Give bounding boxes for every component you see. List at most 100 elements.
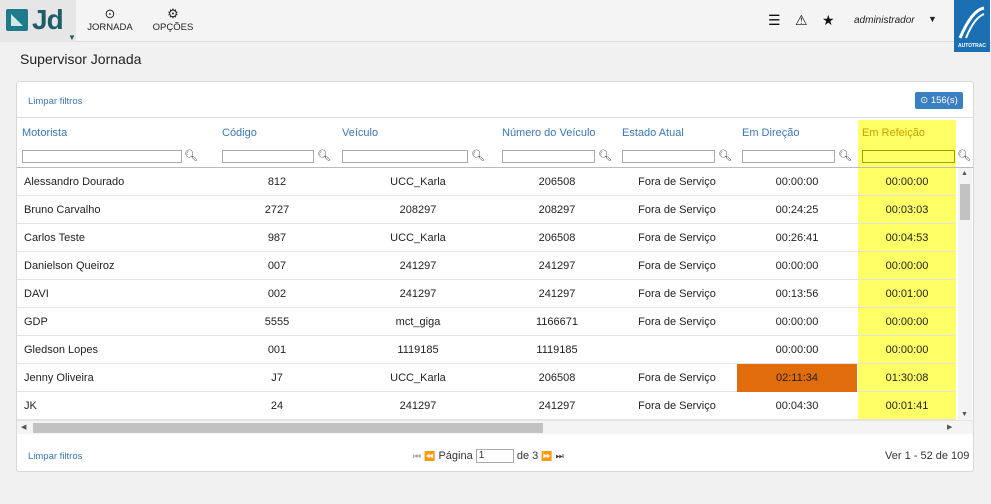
filter-input-em-direcao[interactable] (742, 150, 835, 163)
cell-em-refeicao: 00:00:00 (885, 260, 929, 272)
cell-veiculo: 241297 (399, 260, 437, 272)
column-header-veiculo[interactable]: Veículo (342, 127, 378, 139)
table-row[interactable]: Alessandro Dourado 812 UCC_Karla 206508 … (17, 168, 956, 196)
nav-opcoes-button[interactable]: ⚙ OPÇÕES (150, 6, 196, 38)
cell-estado-atual: Fora de Serviço (638, 372, 716, 384)
search-icon[interactable]: 🔍︎ (718, 149, 732, 162)
horizontal-scrollbar[interactable]: ◀ ▶ (17, 420, 973, 434)
brand-mark-icon (958, 6, 985, 39)
scroll-left-icon[interactable]: ◀ (21, 423, 26, 431)
filter-input-codigo[interactable] (222, 150, 314, 163)
search-icon[interactable]: 🔍︎ (957, 149, 971, 162)
cell-numero-veiculo: 241297 (538, 400, 576, 412)
vertical-scrollbar[interactable]: ▲ ▼ (958, 168, 972, 420)
search-icon[interactable]: 🔍︎ (838, 149, 852, 162)
cell-estado-atual: Fora de Serviço (638, 176, 716, 188)
divider (17, 117, 973, 118)
user-menu[interactable]: administrador (854, 15, 915, 26)
scroll-right-icon[interactable]: ▶ (947, 423, 952, 431)
scroll-down-icon[interactable]: ▼ (961, 411, 968, 418)
cell-codigo: J7 (271, 372, 283, 384)
clear-filters-link[interactable]: Limpar filtros (28, 96, 82, 107)
column-header-em-refeicao[interactable]: Em Refeição (862, 127, 925, 139)
cell-estado-atual: Fora de Serviço (638, 204, 716, 216)
table-row[interactable]: DAVI 002 241297 241297 Fora de Serviço 0… (17, 280, 956, 308)
cell-em-direcao: 00:00:00 (775, 344, 819, 356)
cell-em-direcao: 00:24:25 (775, 204, 819, 216)
table-row[interactable]: JK 24 241297 241297 Fora de Serviço 00:0… (17, 392, 956, 420)
last-page-icon[interactable]: ⏭ (556, 451, 564, 461)
horizontal-scroll-thumb[interactable] (33, 423, 543, 433)
filter-input-numero-veiculo[interactable] (502, 150, 595, 163)
column-header-motorista[interactable]: Motorista (22, 127, 67, 139)
search-icon[interactable]: 🔍︎ (471, 149, 485, 162)
column-header-numero-veiculo[interactable]: Número do Veículo (502, 127, 596, 139)
first-page-icon[interactable]: ⏮ (413, 451, 421, 461)
view-info: Ver 1 - 52 de 109 (885, 450, 970, 462)
cell-codigo: 812 (267, 176, 287, 188)
nav-jornada-button[interactable]: ⊙ JORNADA (86, 6, 134, 38)
cell-em-refeicao: 00:00:00 (885, 316, 929, 328)
clear-filters-link-bottom[interactable]: Limpar filtros (28, 451, 82, 462)
table-row[interactable]: Bruno Carvalho 2727 208297 208297 Fora d… (17, 196, 956, 224)
cell-em-refeicao: 00:00:00 (885, 176, 929, 188)
caret-down-icon[interactable]: ▼ (928, 14, 937, 24)
gears-icon: ⚙ (167, 6, 179, 21)
grid-panel: Limpar filtros ⊙ 156(s) Motorista Código… (16, 81, 974, 472)
cell-em-direcao: 00:00:00 (775, 316, 819, 328)
next-page-icon[interactable]: ⏩ (541, 451, 552, 461)
cell-codigo: 007 (267, 260, 287, 272)
cell-motorista: Bruno Carvalho (24, 204, 101, 216)
list-icon[interactable]: ☰ (768, 12, 781, 29)
cell-numero-veiculo: 206508 (538, 372, 576, 384)
cell-estado-atual (622, 336, 732, 364)
column-header-codigo[interactable]: Código (222, 127, 257, 139)
brand-text: AUTOTRAC (958, 43, 986, 49)
star-icon[interactable]: ★ (822, 12, 835, 29)
cell-em-refeicao: 00:04:53 (885, 232, 929, 244)
column-header-estado-atual[interactable]: Estado Atual (622, 127, 684, 139)
filter-input-em-refeicao[interactable] (862, 150, 955, 163)
cell-numero-veiculo: 208297 (538, 204, 576, 216)
column-header-em-direcao[interactable]: Em Direção (742, 127, 799, 139)
cell-em-direcao: 00:00:00 (775, 260, 819, 272)
search-icon[interactable]: 🔍︎ (598, 149, 612, 162)
table-row[interactable]: Carlos Teste 987 UCC_Karla 206508 Fora d… (17, 224, 956, 252)
vertical-scroll-thumb[interactable] (960, 184, 970, 220)
nav-jornada-label: JORNADA (87, 22, 133, 33)
cell-motorista: Danielson Queiroz (24, 260, 115, 272)
table-row[interactable]: GDP 5555 mct_giga 1166671 Fora de Serviç… (17, 308, 956, 336)
cell-estado-atual: Fora de Serviço (638, 232, 716, 244)
top-bar: Jd ▼ ⊙ JORNADA ⚙ OPÇÕES ☰ ⚠ ★ administra… (0, 0, 991, 52)
filter-input-veiculo[interactable] (342, 150, 468, 163)
prev-page-icon[interactable]: ⏪ (424, 451, 435, 461)
cell-em-refeicao: 01:30:08 (885, 372, 929, 384)
cell-numero-veiculo: 241297 (538, 260, 576, 272)
logo-text: Jd (32, 4, 64, 35)
cell-estado-atual: Fora de Serviço (638, 316, 716, 328)
cell-em-direcao: 00:13:56 (775, 288, 819, 300)
cell-numero-veiculo: 1166671 (535, 316, 578, 328)
table-row[interactable]: Danielson Queiroz 007 241297 241297 Fora… (17, 252, 956, 280)
warning-icon[interactable]: ⚠ (795, 12, 808, 29)
cell-motorista: Alessandro Dourado (24, 176, 125, 188)
cell-codigo: 24 (270, 400, 284, 412)
search-icon[interactable]: 🔍︎ (184, 149, 198, 162)
search-icon[interactable]: 🔍︎ (317, 149, 331, 162)
cell-em-direcao-alert: 02:11:34 (737, 364, 857, 392)
page-title: Supervisor Jornada (20, 51, 142, 67)
app-logo[interactable]: Jd ▼ (0, 0, 76, 42)
table-body: Alessandro Dourado 812 UCC_Karla 206508 … (17, 168, 956, 420)
filter-input-motorista[interactable] (22, 150, 182, 163)
scroll-up-icon[interactable]: ▲ (961, 170, 968, 177)
pager: ⏮ ⏪ Página 1 de 3 ⏩ ⏭ (413, 449, 564, 463)
cell-codigo: 5555 (264, 316, 290, 328)
cell-veiculo: 208297 (399, 204, 437, 216)
table-row[interactable]: Gledson Lopes 001 1119185 1119185 00:00:… (17, 336, 956, 364)
page-input[interactable]: 1 (475, 449, 514, 463)
filter-input-estado-atual[interactable] (622, 150, 715, 163)
cell-veiculo: 1119185 (397, 344, 439, 356)
cell-motorista: Carlos Teste (24, 232, 85, 244)
table-row[interactable]: Jenny Oliveira J7 UCC_Karla 206508 Fora … (17, 364, 956, 392)
count-badge[interactable]: ⊙ 156(s) (915, 92, 963, 109)
